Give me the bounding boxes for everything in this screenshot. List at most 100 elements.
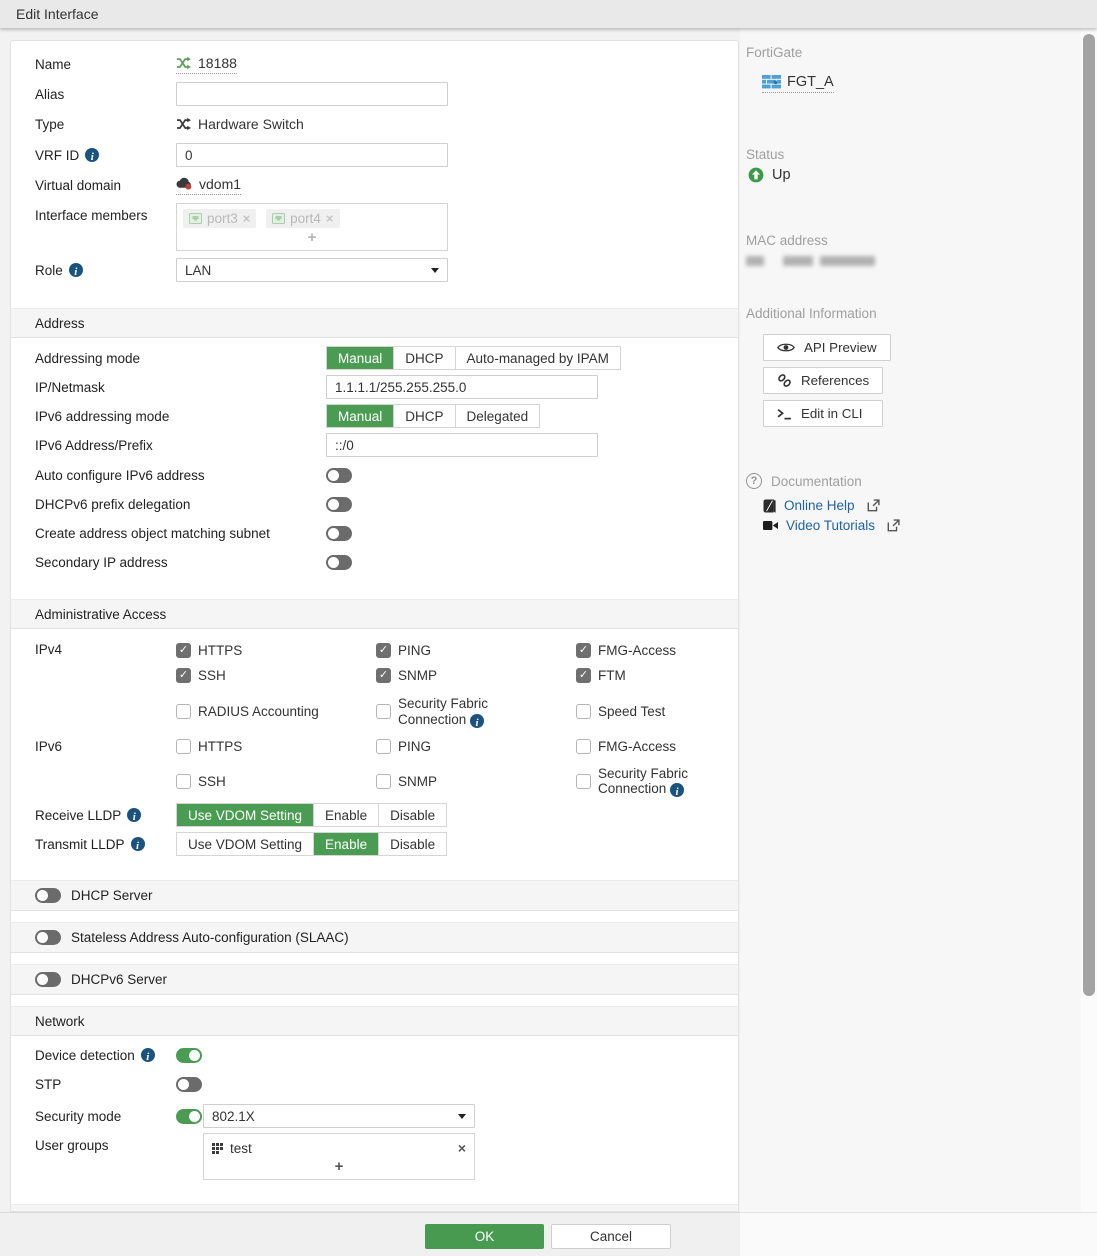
transmit-lldp-row: Transmit LLDP Use VDOM Setting Enable Di… <box>11 832 738 856</box>
secondary-ip-label: Secondary IP address <box>35 555 326 570</box>
interface-members-box[interactable]: port3 × port4 × + <box>176 203 448 251</box>
checkbox-ipv4-speed-test[interactable]: Speed Test <box>576 696 739 728</box>
alias-input[interactable] <box>176 82 448 106</box>
receive-lldp-enable[interactable]: Enable <box>314 804 379 826</box>
dhcp-server-toggle[interactable] <box>35 888 61 903</box>
device-detection-toggle[interactable] <box>176 1048 202 1063</box>
checkbox-ipv4-ssh[interactable]: SSH <box>176 663 376 687</box>
type-row: Type Hardware Switch <box>11 114 738 134</box>
info-icon[interactable] <box>670 783 684 797</box>
checkbox-icon[interactable] <box>176 774 191 789</box>
online-help-link[interactable]: Online Help <box>763 498 1071 513</box>
checkbox-ipv6-snmp[interactable]: SNMP <box>376 766 576 798</box>
api-preview-label: API Preview <box>804 340 877 355</box>
checkbox-icon[interactable] <box>576 704 591 719</box>
ipv6-mode-dhcp[interactable]: DHCP <box>394 405 455 427</box>
video-tutorials-label[interactable]: Video Tutorials <box>786 518 875 533</box>
secondary-ip-toggle[interactable] <box>326 555 352 570</box>
user-groups-box[interactable]: test × + <box>203 1133 475 1180</box>
checkbox-ipv4-https[interactable]: HTTPS <box>176 638 376 662</box>
security-mode-toggle[interactable] <box>176 1109 202 1124</box>
checkbox-ipv6-security-fabric[interactable]: Security Fabric Connection <box>576 766 739 798</box>
remove-member-icon[interactable]: × <box>326 211 334 226</box>
slaac-toggle[interactable] <box>35 930 61 945</box>
checkbox-icon[interactable] <box>376 704 391 719</box>
receive-lldp-vdom[interactable]: Use VDOM Setting <box>177 804 314 826</box>
info-icon[interactable] <box>470 714 484 728</box>
add-user-group-button[interactable]: + <box>210 1157 468 1177</box>
references-button[interactable]: References <box>763 367 883 394</box>
footer-bar: OK Cancel <box>0 1212 740 1256</box>
info-icon[interactable] <box>141 1048 155 1062</box>
checkbox-icon[interactable] <box>176 739 191 754</box>
info-icon[interactable] <box>85 148 99 162</box>
remove-member-icon[interactable]: × <box>243 211 251 226</box>
checkbox-ipv4-ping[interactable]: PING <box>376 638 576 662</box>
checkbox-icon[interactable] <box>576 643 591 658</box>
checkbox-ipv6-ssh[interactable]: SSH <box>176 766 376 798</box>
user-groups-row: User groups test × + <box>11 1133 738 1180</box>
receive-lldp-disable[interactable]: Disable <box>379 804 446 826</box>
checkbox-ipv4-ftm[interactable]: FTM <box>576 663 739 687</box>
security-mode-select[interactable]: 802.1X <box>203 1104 475 1128</box>
addressing-mode-manual[interactable]: Manual <box>327 347 394 369</box>
edit-in-cli-button[interactable]: Edit in CLI <box>763 400 883 427</box>
stp-toggle[interactable] <box>176 1077 202 1092</box>
auto-ipv6-label: Auto configure IPv6 address <box>35 468 326 483</box>
checkbox-icon[interactable] <box>376 774 391 789</box>
name-row: Name 18188 <box>11 53 738 75</box>
online-help-label[interactable]: Online Help <box>784 498 855 513</box>
role-select[interactable]: LAN <box>176 258 448 282</box>
addressing-mode-ipam[interactable]: Auto-managed by IPAM <box>456 347 620 369</box>
ipv6-mode-manual[interactable]: Manual <box>327 405 394 427</box>
ok-button[interactable]: OK <box>425 1224 544 1249</box>
auto-ipv6-toggle[interactable] <box>326 468 352 483</box>
ipv6-address-input[interactable] <box>326 433 598 457</box>
section-dhcpv6-server[interactable]: DHCPv6 Server <box>11 964 738 995</box>
checkbox-ipv6-https[interactable]: HTTPS <box>176 735 376 759</box>
checkbox-icon[interactable] <box>176 643 191 658</box>
checkbox-icon[interactable] <box>176 704 191 719</box>
remove-user-group-icon[interactable]: × <box>458 1140 466 1156</box>
scrollbar-thumb[interactable] <box>1083 34 1095 996</box>
create-address-object-toggle[interactable] <box>326 526 352 541</box>
checkbox-icon[interactable] <box>376 668 391 683</box>
cancel-button[interactable]: Cancel <box>551 1224 671 1249</box>
section-slaac[interactable]: Stateless Address Auto-configuration (SL… <box>11 922 738 953</box>
video-tutorials-link[interactable]: Video Tutorials <box>763 518 1071 533</box>
checkbox-icon[interactable] <box>376 643 391 658</box>
checkbox-icon[interactable] <box>376 739 391 754</box>
checkbox-ipv4-fmg-access[interactable]: FMG-Access <box>576 638 739 662</box>
checkbox-ipv6-fmg-access[interactable]: FMG-Access <box>576 735 739 759</box>
info-icon[interactable] <box>69 263 83 277</box>
name-label: Name <box>35 57 176 72</box>
transmit-lldp-vdom[interactable]: Use VDOM Setting <box>177 833 314 855</box>
question-circle-icon <box>746 473 762 489</box>
info-icon[interactable] <box>127 808 141 822</box>
hardware-switch-icon <box>176 56 192 70</box>
dhcpv6-server-toggle[interactable] <box>35 972 61 987</box>
transmit-lldp-enable[interactable]: Enable <box>314 833 379 855</box>
checkbox-icon[interactable] <box>176 668 191 683</box>
vrf-input[interactable] <box>176 143 448 167</box>
ip-netmask-input[interactable] <box>326 375 598 399</box>
checkbox-ipv4-radius-accounting[interactable]: RADIUS Accounting <box>176 696 376 728</box>
checkbox-icon[interactable] <box>576 774 591 789</box>
auto-ipv6-row: Auto configure IPv6 address <box>11 466 738 484</box>
addressing-mode-dhcp[interactable]: DHCP <box>394 347 455 369</box>
section-dhcp-server[interactable]: DHCP Server <box>11 880 738 911</box>
section-address-title: Address <box>35 316 85 331</box>
transmit-lldp-disable[interactable]: Disable <box>379 833 446 855</box>
api-preview-button[interactable]: API Preview <box>763 334 891 361</box>
device-name[interactable]: FGT_A <box>787 74 834 90</box>
ipv6-mode-delegated[interactable]: Delegated <box>456 405 540 427</box>
checkbox-icon[interactable] <box>576 739 591 754</box>
checkbox-ipv6-ping[interactable]: PING <box>376 735 576 759</box>
add-member-button[interactable]: + <box>183 228 441 248</box>
checkbox-icon[interactable] <box>576 668 591 683</box>
dhcpv6-prefix-toggle[interactable] <box>326 497 352 512</box>
checkbox-ipv4-security-fabric[interactable]: Security Fabric Connection <box>376 696 576 728</box>
checkbox-ipv4-snmp[interactable]: SNMP <box>376 663 576 687</box>
info-icon[interactable] <box>131 837 145 851</box>
section-span[interactable]: SPAN (Port Mirroring) <box>11 1204 738 1212</box>
